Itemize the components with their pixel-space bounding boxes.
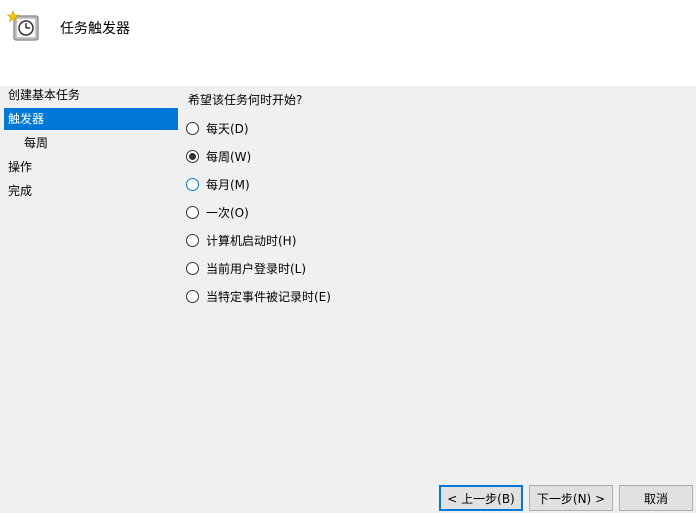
nav-item-create-basic-task[interactable]: 创建基本任务 [4,84,178,106]
nav-item-finish[interactable]: 完成 [4,180,178,202]
radio-daily[interactable]: 每天(D) [186,118,249,138]
radio-monthly[interactable]: 每月(M) [186,174,250,194]
nav-item-action[interactable]: 操作 [4,156,178,178]
radio-label: 一次(O) [206,205,249,220]
radio-at-logon[interactable]: 当前用户登录时(L) [186,258,306,278]
radio-label: 当特定事件被记录时(E) [206,289,331,304]
radio-label: 当前用户登录时(L) [206,261,307,276]
radio-button[interactable] [186,177,199,191]
radio-label: 每周(W) [206,149,252,164]
nav-item-weekly[interactable]: 每周 [4,132,178,154]
radio-button[interactable] [186,289,199,303]
radio-once[interactable]: 一次(O) [186,202,249,222]
radio-at-startup[interactable]: 计算机启动时(H) [186,230,296,250]
radio-button[interactable] [186,121,199,135]
page-title: 任务触发器 [60,21,130,37]
cancel-button[interactable]: 取消 [619,485,693,511]
radio-weekly[interactable]: 每周(W) [186,146,251,166]
radio-label: 每天(D) [206,121,249,136]
radio-on-event[interactable]: 当特定事件被记录时(E) [186,286,331,306]
trigger-question: 希望该任务何时开始? [188,93,303,107]
task-scheduler-icon [6,8,42,44]
radio-button[interactable] [186,233,199,247]
next-button[interactable]: 下一步(N) > [529,485,613,511]
radio-label: 计算机启动时(H) [206,233,297,248]
radio-button[interactable] [186,261,199,275]
back-button[interactable]: < 上一步(B) [439,485,523,511]
wizard-header: 任务触发器 [0,0,696,86]
radio-label: 每月(M) [206,177,250,192]
radio-button[interactable] [186,205,199,219]
radio-button-checked[interactable] [186,149,199,163]
wizard-body: 创建基本任务 触发器 每周 操作 完成 希望该任务何时开始? 每天(D) 每周(… [0,86,696,513]
nav-item-trigger[interactable]: 触发器 [4,108,178,130]
